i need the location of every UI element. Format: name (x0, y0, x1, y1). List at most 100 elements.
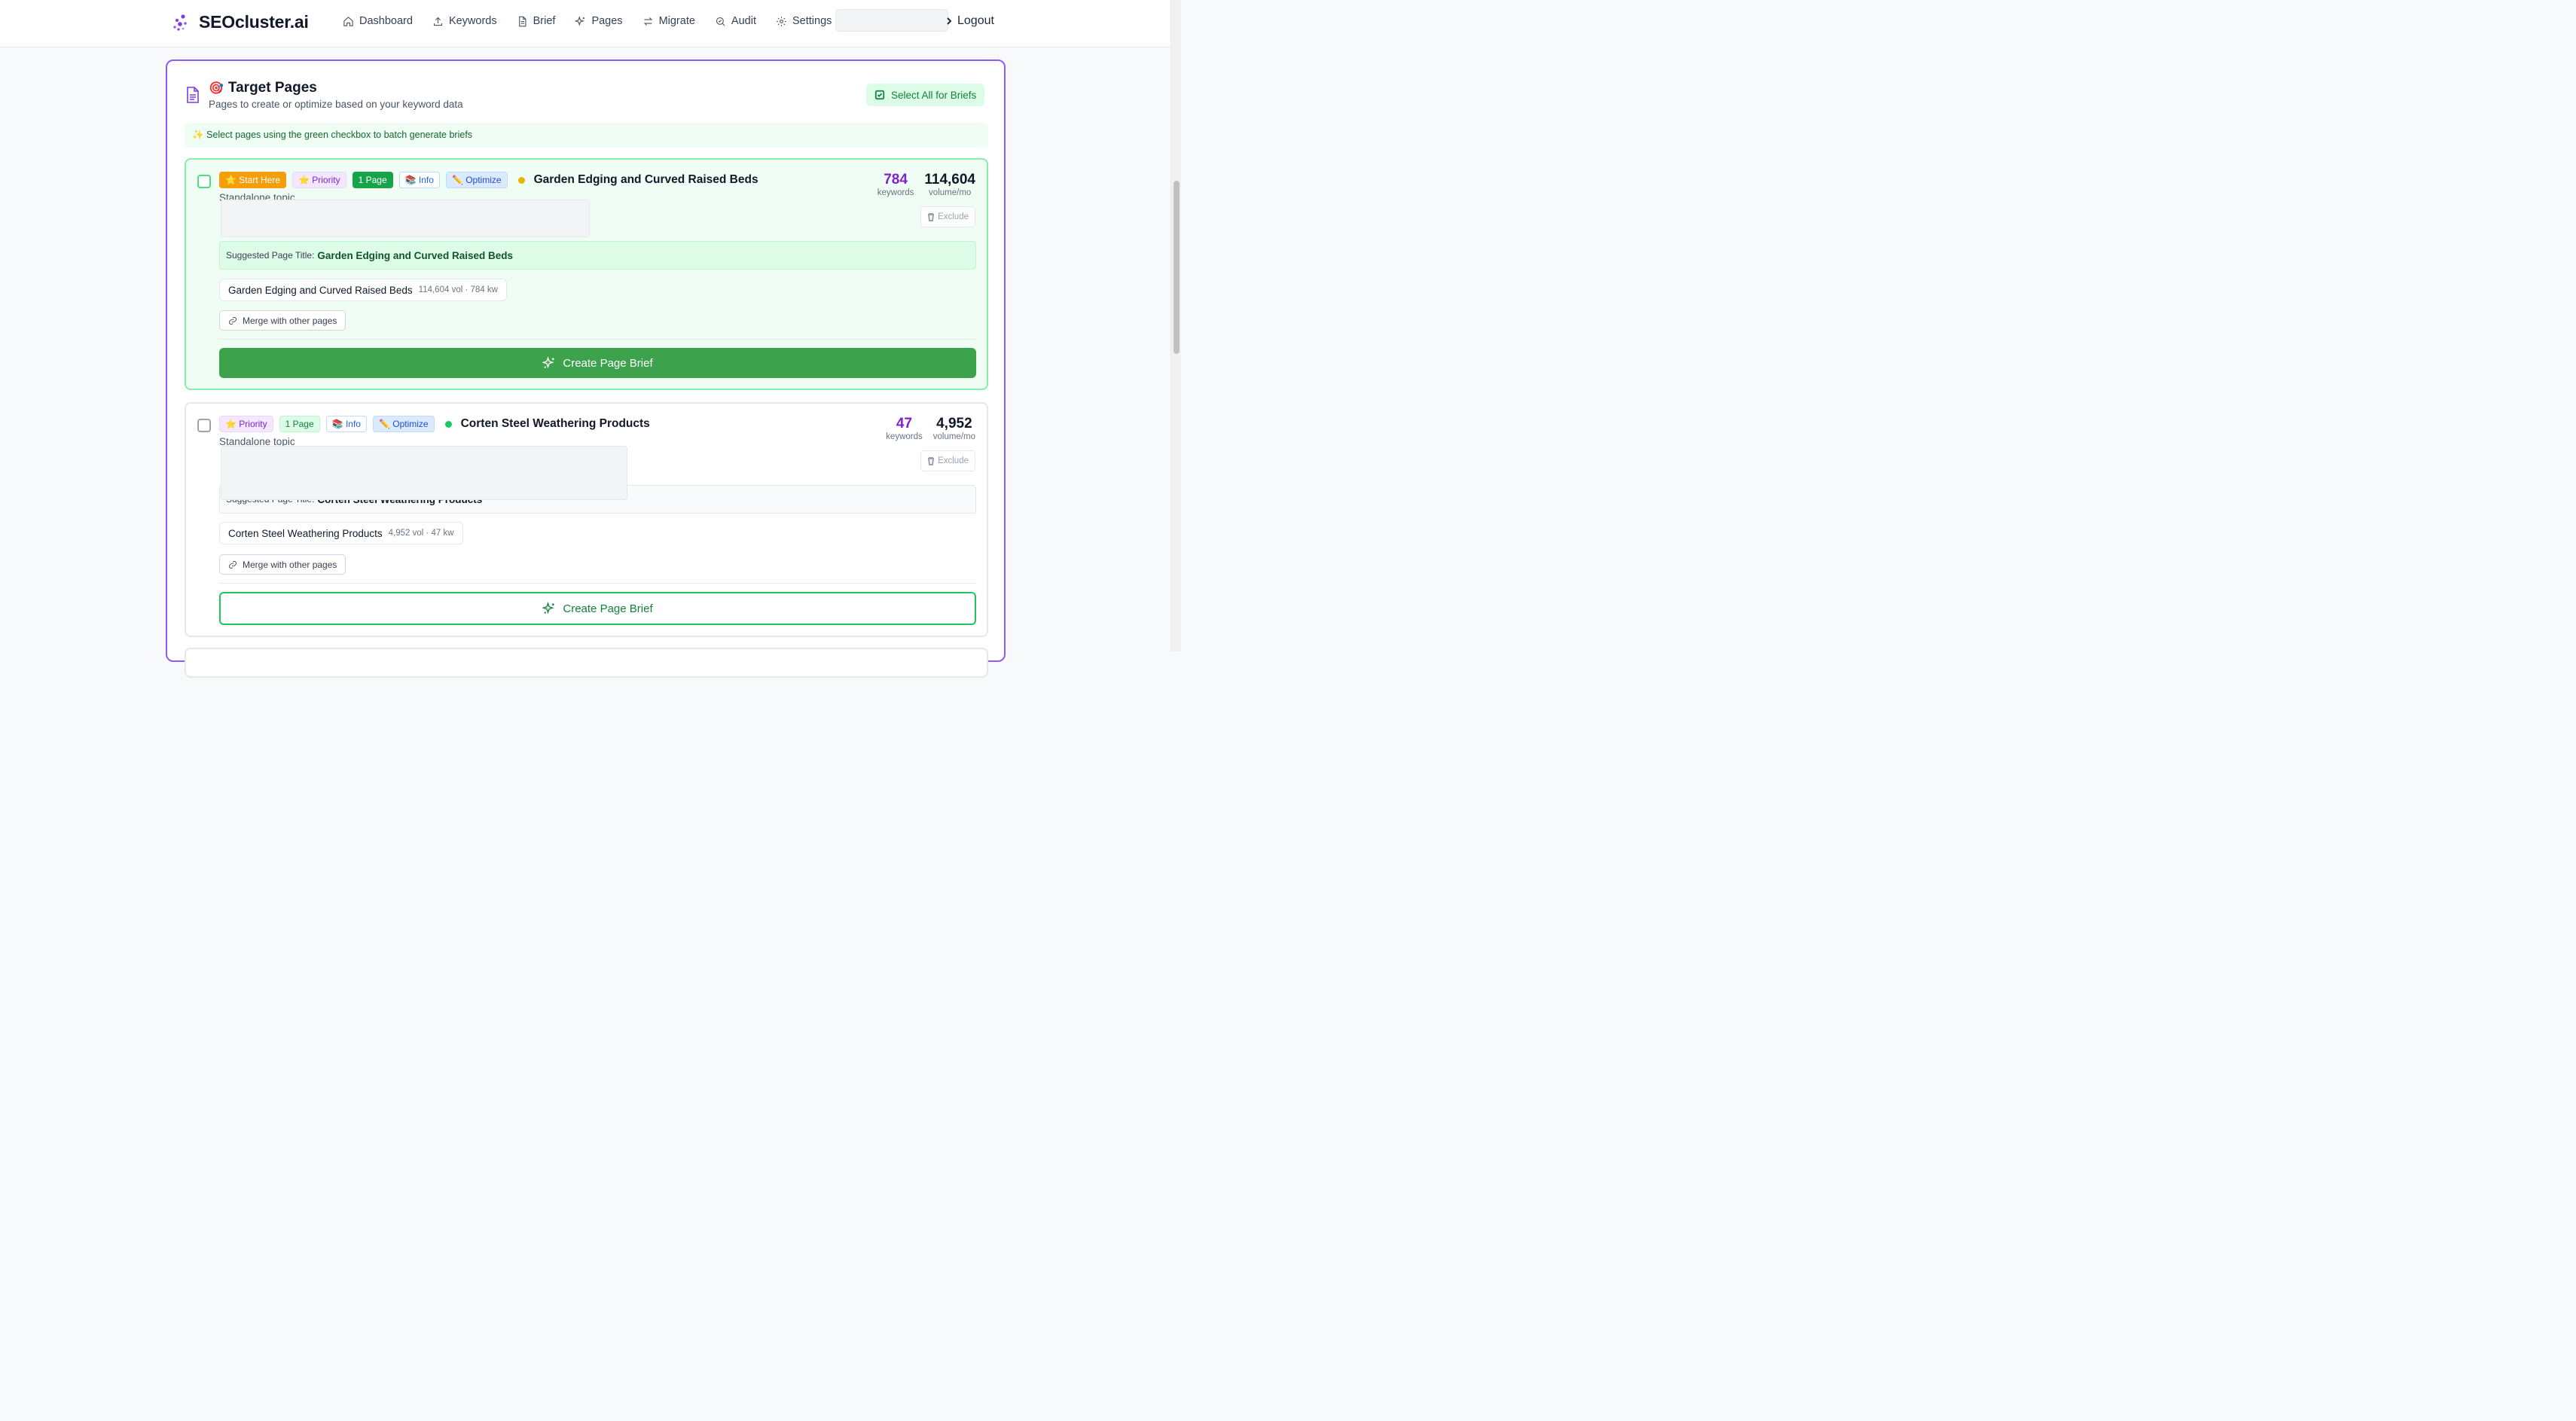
nav-migrate[interactable]: Migrate (642, 15, 695, 27)
page-card: ⭐ Priority 1 Page 📚 Info ✏️ Optimize Cor… (185, 402, 988, 637)
sparkles-icon (575, 15, 585, 26)
nav-label: Audit (731, 15, 756, 27)
nav-audit[interactable]: Audit (715, 15, 756, 27)
link-icon (229, 316, 237, 325)
keyword-cluster-chip: Corten Steel Weathering Products 4,952 v… (219, 522, 463, 544)
suggested-label: Suggested Page Title: (226, 250, 315, 261)
arrows-icon (643, 17, 652, 26)
status-dot (444, 420, 452, 428)
priority-badge: ⭐ Priority (291, 172, 346, 188)
scrollbar-thumb[interactable] (1174, 181, 1180, 354)
select-checkbox[interactable] (197, 175, 211, 188)
priority-badge: ⭐ Priority (219, 416, 273, 432)
search-check-icon (716, 17, 725, 26)
panel-header: 🎯 Target Pages (209, 80, 317, 96)
nav-label: Settings (792, 15, 832, 27)
page-card: ⭐ Start Here ⭐ Priority 1 Page 📚 Info ✏️… (185, 158, 988, 390)
page-count-badge: 1 Page (279, 416, 320, 432)
panel-subtitle: Pages to create or optimize based on you… (209, 99, 463, 110)
info-badge: 📚 Info (398, 172, 440, 188)
target-pages-panel: 🎯 Target Pages Pages to create or optimi… (166, 59, 1006, 678)
volume-count: 114,604 (924, 172, 975, 188)
tooltip-placeholder (221, 200, 590, 237)
header-search-box[interactable] (835, 9, 948, 32)
nav-keywords[interactable]: Keywords (432, 15, 497, 27)
exclude-label: Exclude (938, 456, 969, 465)
nav-dashboard[interactable]: Dashboard (343, 15, 413, 27)
topic-label: Standalone topic (219, 436, 295, 447)
select-checkbox[interactable] (197, 419, 211, 432)
create-label: Create Page Brief (563, 356, 653, 370)
keywords-stat: 784 keywords (877, 172, 914, 197)
merge-label: Merge with other pages (243, 315, 337, 326)
nav-label: Keywords (448, 15, 497, 27)
merge-label: Merge with other pages (243, 559, 337, 570)
brand[interactable]: SEOcluster.ai (172, 12, 309, 32)
exclude-button[interactable]: Exclude (920, 206, 975, 227)
create-label: Create Page Brief (563, 602, 653, 615)
badge-row: ⭐ Priority 1 Page 📚 Info ✏️ Optimize Cor… (219, 416, 650, 432)
start-here-badge: ⭐ Start Here (219, 172, 286, 188)
page-card (185, 648, 988, 678)
optimize-badge: ✏️ Optimize (372, 416, 435, 432)
page-title: Garden Edging and Curved Raised Beds (533, 173, 758, 186)
divider (219, 339, 976, 340)
cluster-name: Garden Edging and Curved Raised Beds (228, 284, 413, 296)
volume-stat: 4,952 volume/mo (933, 416, 975, 441)
nav-pages[interactable]: Pages (575, 15, 623, 27)
keyword-cluster-chip: Garden Edging and Curved Raised Beds 114… (219, 279, 507, 301)
create-page-brief-button[interactable]: Create Page Brief (219, 348, 976, 378)
batch-hint: ✨ Select pages using the green checkbox … (185, 123, 988, 148)
home-icon (343, 16, 353, 26)
sparkles-icon (542, 356, 555, 369)
sparkles-icon (542, 602, 555, 614)
main-nav: Dashboard Keywords Brief Pages Migrate A… (343, 15, 851, 27)
info-badge: 📚 Info (325, 416, 367, 432)
sparkle-logo-icon (173, 14, 187, 31)
trash-icon (928, 212, 935, 221)
merge-button[interactable]: Merge with other pages (219, 554, 346, 575)
page-title: Corten Steel Weathering Products (460, 417, 650, 430)
gear-icon (777, 16, 786, 26)
chevron-right-icon (947, 17, 952, 25)
status-dot (517, 176, 525, 184)
document-icon (518, 16, 526, 26)
volume-stat: 114,604 volume/mo (924, 172, 975, 197)
trash-icon (928, 456, 935, 465)
optimize-badge: ✏️ Optimize (445, 172, 508, 188)
logout-button[interactable]: Logout (945, 14, 994, 28)
cluster-name: Corten Steel Weathering Products (228, 527, 383, 539)
divider (219, 583, 976, 584)
badge-row: ⭐ Start Here ⭐ Priority 1 Page 📚 Info ✏️… (219, 172, 758, 188)
keywords-label: keywords (877, 188, 914, 197)
select-all-button[interactable]: Select All for Briefs (866, 84, 985, 106)
suggested-title: Suggested Page Title: Garden Edging and … (219, 241, 976, 270)
select-all-label: Select All for Briefs (891, 89, 977, 101)
volume-label: volume/mo (932, 432, 975, 441)
nav-label: Migrate (658, 15, 695, 27)
panel-title: Target Pages (227, 80, 317, 96)
merge-button[interactable]: Merge with other pages (219, 310, 346, 331)
exclude-button[interactable]: Exclude (920, 450, 975, 471)
nav-brief[interactable]: Brief (517, 15, 555, 27)
tooltip-placeholder (221, 446, 627, 500)
suggested-value: Garden Edging and Curved Raised Beds (317, 249, 513, 261)
keywords-stat: 47 keywords (886, 416, 923, 441)
nav-label: Pages (591, 15, 623, 27)
volume-count: 4,952 (936, 416, 972, 431)
upload-icon (433, 17, 442, 26)
keywords-count: 47 (896, 416, 913, 431)
nav-label: Dashboard (359, 15, 413, 27)
exclude-label: Exclude (938, 212, 969, 221)
cluster-meta: 114,604 vol · 784 kw (418, 285, 498, 294)
card-stats: 47 keywords 4,952 volume/mo (886, 416, 975, 441)
create-page-brief-button[interactable]: Create Page Brief (219, 592, 976, 625)
link-icon (229, 560, 237, 569)
volume-label: volume/mo (929, 188, 972, 197)
nav-settings[interactable]: Settings (776, 15, 832, 27)
top-navigation-bar: SEOcluster.ai Dashboard Keywords Brief P… (0, 0, 1170, 47)
page-count-badge: 1 Page (352, 172, 393, 188)
cluster-meta: 4,952 vol · 47 kw (388, 529, 454, 538)
scrollbar[interactable] (1170, 0, 1181, 651)
brand-name: SEOcluster.ai (199, 12, 309, 32)
